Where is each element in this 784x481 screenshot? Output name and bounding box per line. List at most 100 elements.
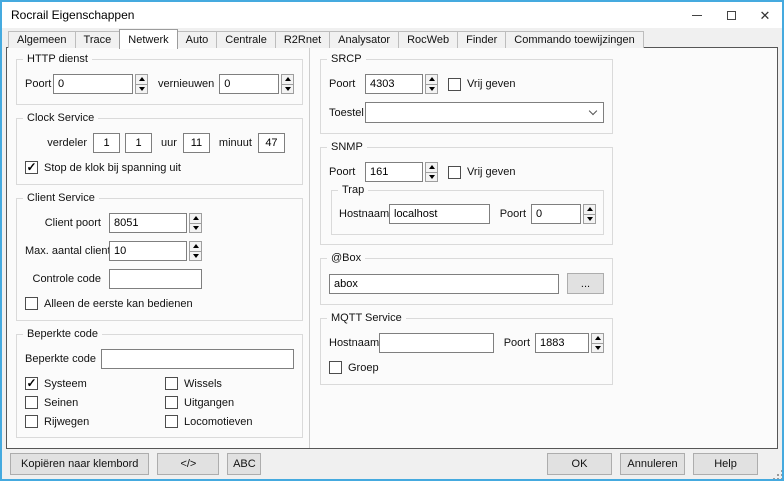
verdeler2-input[interactable]: [125, 133, 152, 153]
tab-auto[interactable]: Auto: [177, 31, 218, 48]
checkbox-box[interactable]: [165, 377, 178, 390]
tab-algemeen[interactable]: Algemeen: [8, 31, 76, 48]
spin-down-icon[interactable]: [591, 343, 604, 354]
mqtt-poort-spinner[interactable]: [591, 333, 604, 353]
group-title: HTTP dienst: [23, 53, 92, 65]
seinen-checkbox[interactable]: Seinen: [25, 396, 165, 409]
checkbox-box[interactable]: ✓: [25, 377, 38, 390]
client-poort-spinner[interactable]: [189, 213, 202, 233]
verdeler1-input[interactable]: [93, 133, 120, 153]
spin-down-icon[interactable]: [583, 214, 596, 225]
trap-hostnaam-input[interactable]: [389, 204, 490, 224]
tab-centrale[interactable]: Centrale: [216, 31, 276, 48]
http-poort-spinner[interactable]: [135, 74, 148, 94]
locomotieven-checkbox[interactable]: Locomotieven: [165, 415, 294, 428]
maximize-button[interactable]: [714, 2, 748, 28]
tab-analysator[interactable]: Analysator: [329, 31, 399, 48]
http-poort-input[interactable]: [53, 74, 133, 94]
max-clients-label: Max. aantal clients: [25, 245, 101, 257]
beperkte-code-group: Beperkte code Beperkte code ✓ Systeem Wi…: [16, 334, 303, 438]
groep-checkbox[interactable]: Groep: [329, 361, 604, 374]
vernieuwen-label: vernieuwen: [158, 78, 214, 90]
snmp-poort-input[interactable]: [365, 162, 423, 182]
tab-trace[interactable]: Trace: [75, 31, 121, 48]
http-vernieuwen-input[interactable]: [219, 74, 279, 94]
checkbox-box[interactable]: [25, 396, 38, 409]
checkbox-box[interactable]: [25, 297, 38, 310]
alleen-eerste-checkbox[interactable]: Alleen de eerste kan bedienen: [25, 297, 294, 310]
tab-rocweb[interactable]: RocWeb: [398, 31, 458, 48]
mqtt-hostnaam-input[interactable]: [379, 333, 494, 353]
http-vernieuwen-spinner[interactable]: [281, 74, 294, 94]
copy-to-clipboard-button[interactable]: Kopiëren naar klembord: [10, 453, 149, 475]
minimize-icon: [692, 15, 702, 16]
beperkte-code-input[interactable]: [101, 349, 294, 369]
max-clients-spinner[interactable]: [189, 241, 202, 261]
toestel-dropdown[interactable]: [365, 102, 604, 123]
checkbox-box[interactable]: [448, 166, 461, 179]
rijwegen-checkbox[interactable]: Rijwegen: [25, 415, 165, 428]
checkbox-box[interactable]: [448, 78, 461, 91]
column-divider: [309, 48, 310, 448]
controle-code-input[interactable]: [109, 269, 202, 289]
uur-input[interactable]: [183, 133, 210, 153]
rocrail-properties-dialog: Rocrail Eigenschappen ✕ Algemeen Trace N…: [0, 0, 784, 481]
srcp-group: SRCP Poort Vrij geven Toestel: [320, 59, 613, 134]
stop-klok-checkbox[interactable]: ✓ Stop de klok bij spanning uit: [25, 161, 294, 174]
abc-button[interactable]: ABC: [227, 453, 261, 475]
mqtt-poort-label: Poort: [504, 337, 530, 349]
checkbox-box[interactable]: ✓: [25, 161, 38, 174]
uitgangen-checkbox[interactable]: Uitgangen: [165, 396, 294, 409]
mqtt-poort-input[interactable]: [535, 333, 589, 353]
srcp-poort-spinner[interactable]: [425, 74, 438, 94]
trap-poort-spinner[interactable]: [583, 204, 596, 224]
abox-input[interactable]: [329, 274, 559, 294]
spin-down-icon[interactable]: [425, 172, 438, 183]
window-title: Rocrail Eigenschappen: [11, 8, 134, 22]
snmp-group: SNMP Poort Vrij geven Trap: [320, 147, 613, 245]
controle-code-label: Controle code: [25, 273, 101, 285]
cancel-button[interactable]: Annuleren: [620, 453, 685, 475]
help-button[interactable]: Help: [693, 453, 758, 475]
group-title: Client Service: [23, 192, 99, 204]
tab-commando-toewijzingen[interactable]: Commando toewijzingen: [505, 31, 643, 48]
snmp-poort-spinner[interactable]: [425, 162, 438, 182]
spin-down-icon[interactable]: [135, 84, 148, 95]
checkbox-label: Locomotieven: [184, 416, 253, 428]
ok-button[interactable]: OK: [547, 453, 612, 475]
checkbox-box[interactable]: [25, 415, 38, 428]
client-poort-input[interactable]: [109, 213, 187, 233]
title-bar[interactable]: Rocrail Eigenschappen ✕: [2, 2, 782, 28]
wissels-checkbox[interactable]: Wissels: [165, 377, 294, 390]
spin-down-icon[interactable]: [425, 84, 438, 95]
max-clients-input[interactable]: [109, 241, 187, 261]
netwerk-tab-page: HTTP dienst Poort vernieuwen: [6, 47, 778, 449]
systeem-checkbox[interactable]: ✓ Systeem: [25, 377, 165, 390]
minimize-button[interactable]: [680, 2, 714, 28]
checkbox-box[interactable]: [329, 361, 342, 374]
close-button[interactable]: ✕: [748, 2, 782, 28]
checkbox-label: Groep: [348, 362, 379, 374]
beperkte-code-label: Beperkte code: [25, 353, 95, 365]
minuut-input[interactable]: [258, 133, 285, 153]
trap-poort-input[interactable]: [531, 204, 581, 224]
tab-finder[interactable]: Finder: [457, 31, 506, 48]
checkbox-box[interactable]: [165, 415, 178, 428]
spin-down-icon[interactable]: [189, 251, 202, 262]
group-title: Clock Service: [23, 112, 98, 124]
checkbox-box[interactable]: [165, 396, 178, 409]
resize-grip-icon[interactable]: [777, 474, 779, 476]
srcp-poort-label: Poort: [329, 78, 365, 90]
srcp-poort-input[interactable]: [365, 74, 423, 94]
xml-code-button[interactable]: </>: [157, 453, 219, 475]
abox-browse-button[interactable]: ...: [567, 273, 604, 294]
checkbox-label: Rijwegen: [44, 416, 89, 428]
tab-netwerk[interactable]: Netwerk: [119, 29, 177, 49]
spin-down-icon[interactable]: [281, 84, 294, 95]
beperkte-checkbox-grid: ✓ Systeem Wissels Seinen Uitgangen: [25, 377, 294, 428]
srcp-vrij-geven-checkbox[interactable]: Vrij geven: [448, 78, 516, 91]
group-title: Trap: [338, 184, 368, 196]
tab-r2rnet[interactable]: R2Rnet: [275, 31, 330, 48]
snmp-vrij-geven-checkbox[interactable]: Vrij geven: [448, 166, 516, 179]
spin-down-icon[interactable]: [189, 223, 202, 234]
